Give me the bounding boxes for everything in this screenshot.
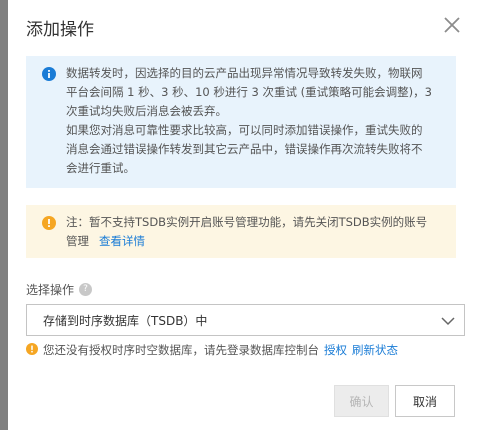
view-details-link[interactable]: 查看详情 <box>99 234 145 248</box>
info-text-line: 消息会通过错误操作转发到其它云产品中，错误操作再次流转失败将不 <box>66 142 423 156</box>
info-text-line: 次重试均失败后消息会被丢弃。 <box>66 104 227 118</box>
add-action-dialog: 添加操作 数据转发时，因选择的目的云产品出现异常情况导致转发失败，物联网 平台会… <box>8 0 479 430</box>
warning-notice: 注：暂不支持TSDB实例开启账号管理功能，请先关闭TSDB实例的账号 管理 查看详… <box>26 205 456 258</box>
info-text-line: 如果您对消息可靠性要求比较高，可以同时添加错误操作，重试失败的 <box>66 123 423 137</box>
chevron-down-icon <box>441 314 455 331</box>
info-text-line: 会进行重试。 <box>66 161 135 175</box>
info-text-line: 平台会间隔 1 秒、3 秒、10 秒进行 3 次重试 (重试策略可能会调整)，3 <box>66 85 432 99</box>
select-action-label: 选择操作 ? <box>26 281 93 298</box>
warning-text-line-2: 管理 <box>66 234 89 248</box>
refresh-status-link[interactable]: 刷新状态 <box>352 342 398 358</box>
auth-tip: 您还没有授权时序时空数据库，请先登录数据库控制台 授权 刷新状态 <box>26 342 398 358</box>
action-select-value: 存储到时序数据库（TSDB）中 <box>43 313 208 328</box>
warning-icon <box>26 342 38 358</box>
auth-tip-text: 您还没有授权时序时空数据库，请先登录数据库控制台 <box>43 343 319 357</box>
authorize-link[interactable]: 授权 <box>324 342 347 358</box>
select-action-label-text: 选择操作 <box>26 283 75 297</box>
info-text-line: 数据转发时，因选择的目的云产品出现异常情况导致转发失败，物联网 <box>66 66 423 80</box>
background-overlay <box>0 0 8 430</box>
warning-text-line: 注：暂不支持TSDB实例开启账号管理功能，请先关闭TSDB实例的账号 <box>66 215 428 229</box>
info-icon <box>42 67 56 84</box>
info-notice: 数据转发时，因选择的目的云产品出现异常情况导致转发失败，物联网 平台会间隔 1 … <box>26 56 456 188</box>
action-select[interactable]: 存储到时序数据库（TSDB）中 <box>26 304 465 336</box>
warning-icon <box>42 216 56 233</box>
close-icon[interactable] <box>443 16 461 34</box>
dialog-title: 添加操作 <box>26 20 94 40</box>
confirm-button[interactable]: 确认 <box>334 385 389 417</box>
cancel-button[interactable]: 取消 <box>395 385 455 417</box>
warning-text-line: 管理 查看详情 <box>66 232 444 251</box>
help-icon[interactable]: ? <box>79 283 93 296</box>
